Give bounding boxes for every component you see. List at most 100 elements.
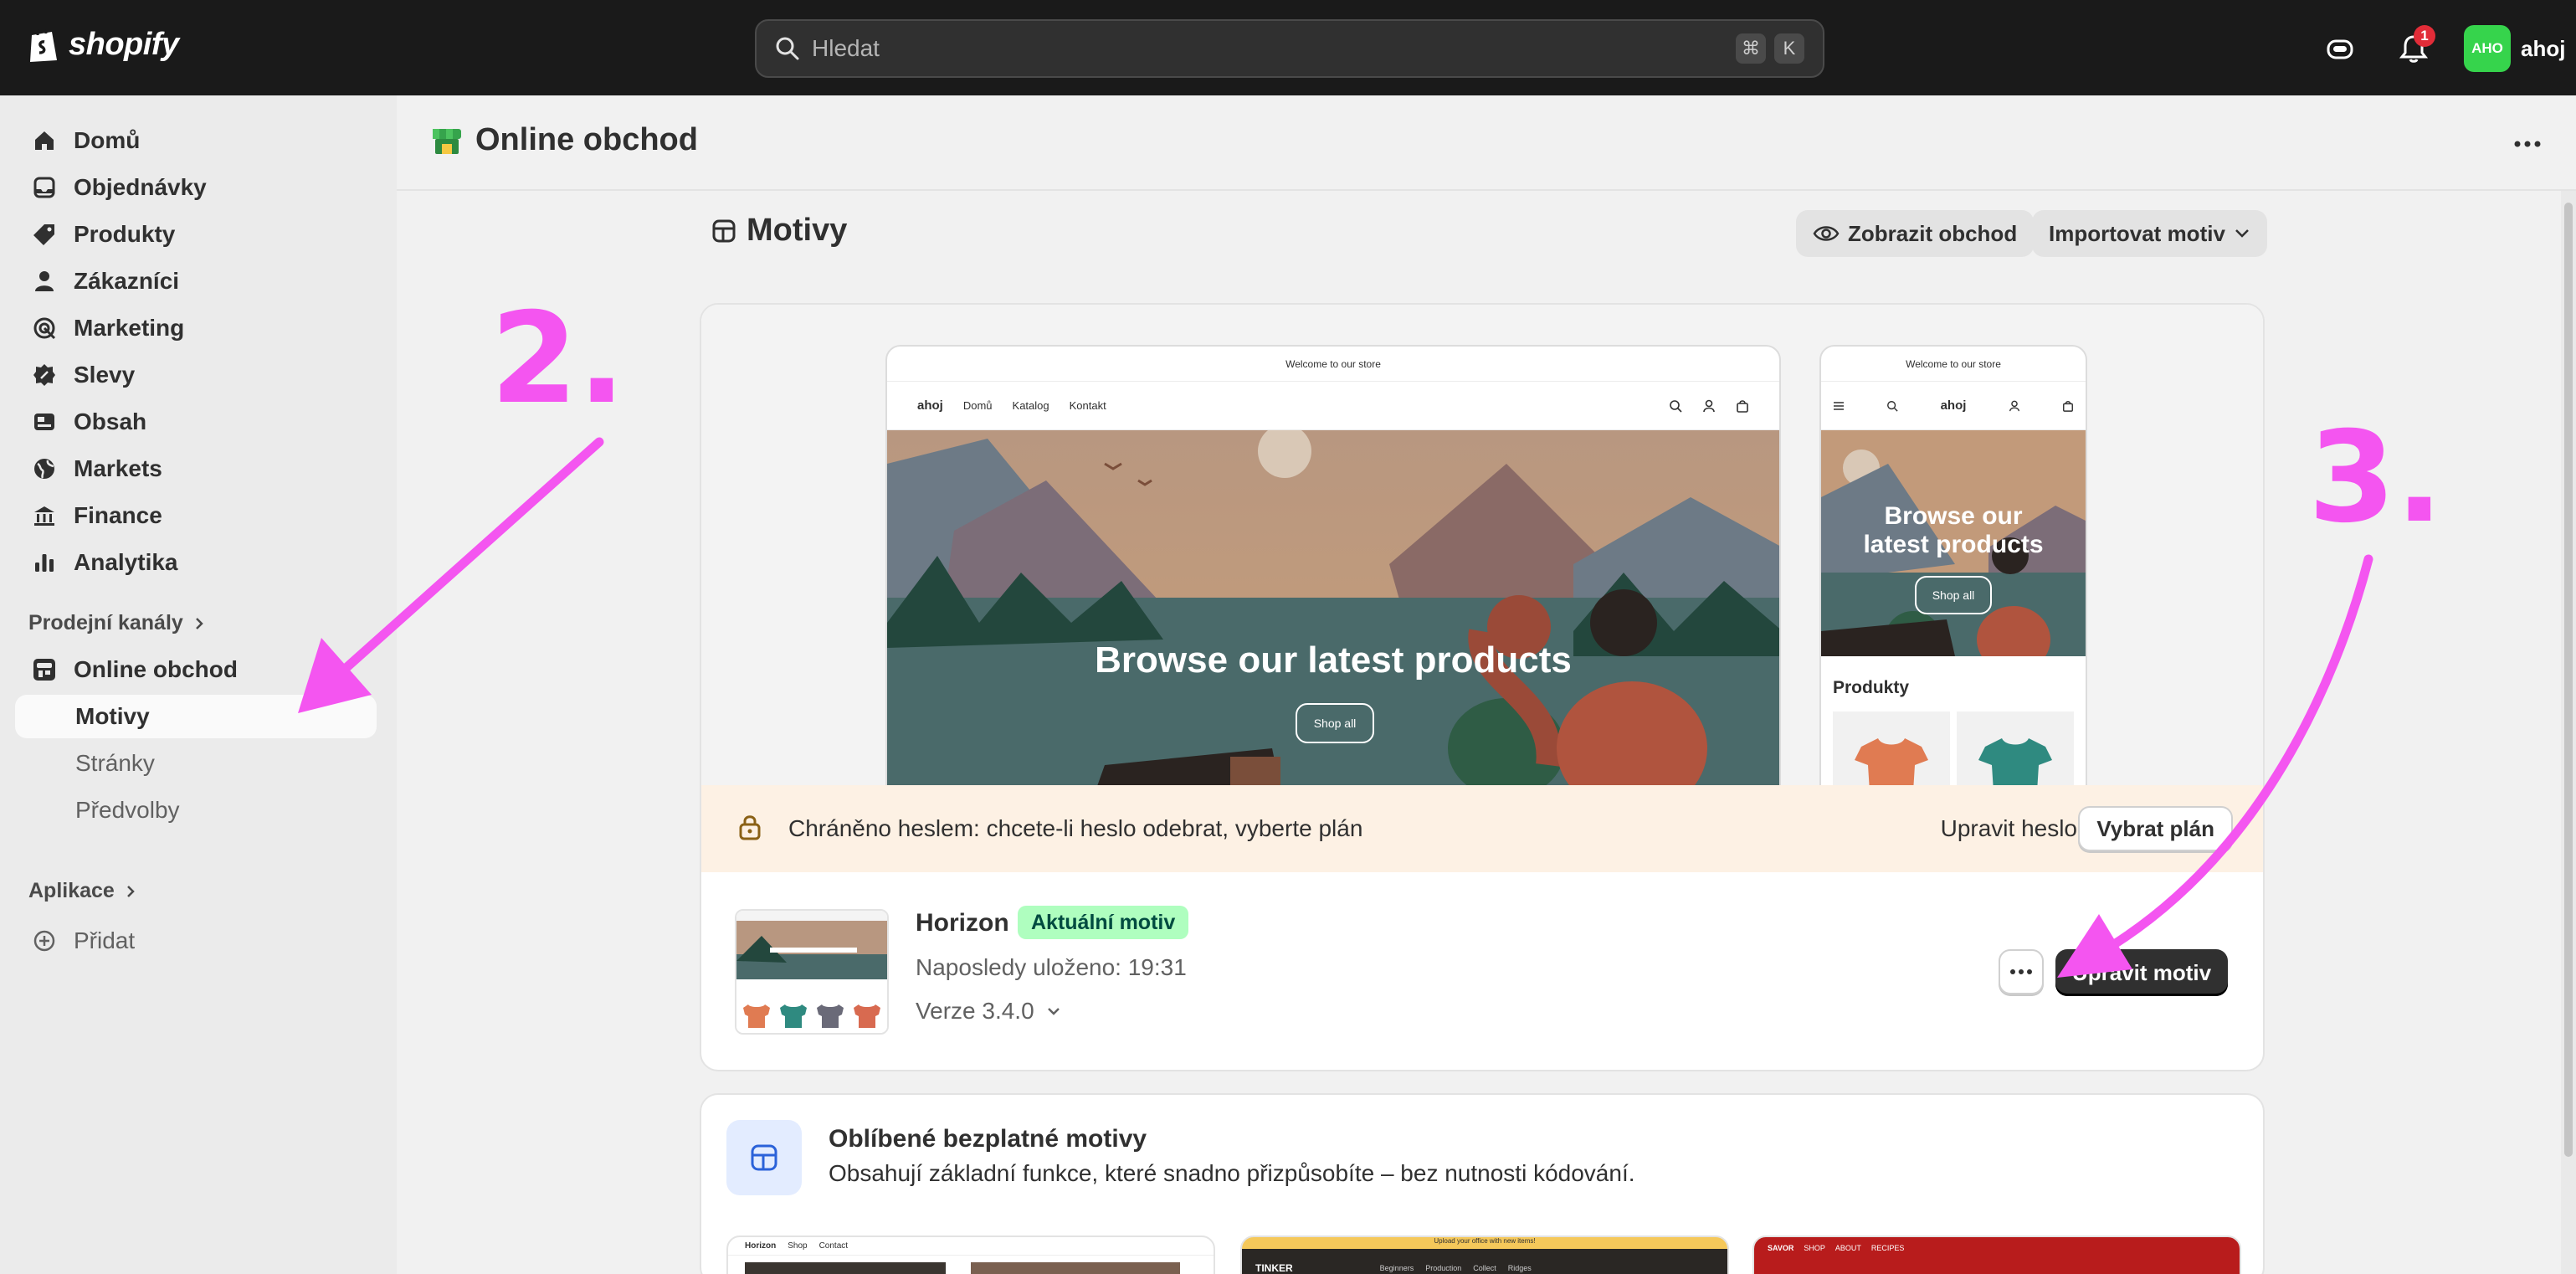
last-saved-text: Naposledy uloženo: 19:31 xyxy=(916,954,1187,980)
search-bar[interactable]: ⌘ K xyxy=(755,19,1824,78)
mini-link: Ridges xyxy=(1507,1264,1532,1272)
main-content: Online obchod Motivy Zobrazit obchod Imp… xyxy=(397,95,2576,1274)
mini-link: Shop xyxy=(788,1241,808,1251)
shop-all-button[interactable]: Shop all xyxy=(1296,703,1374,743)
account-icon xyxy=(2009,400,2019,411)
shortcut-key-cmd: ⌘ xyxy=(1736,33,1766,64)
sidebar-item-label: Obsah xyxy=(74,408,147,434)
sidebar-item-preferences[interactable]: Předvolby xyxy=(15,789,377,832)
sidebar-item-content[interactable]: Obsah xyxy=(15,400,377,444)
notifications-button[interactable]: 1 xyxy=(2394,25,2435,69)
shopify-bag-icon xyxy=(30,28,57,62)
sidebar-item-label: Stránky xyxy=(75,750,155,776)
sidebar-item-analytics[interactable]: Analytika xyxy=(15,541,377,584)
view-store-label: Zobrazit obchod xyxy=(1848,220,2018,246)
assistant-icon[interactable] xyxy=(2320,28,2360,69)
edit-theme-button[interactable]: Upravit motiv xyxy=(2055,949,2228,996)
mini-link: SHOP xyxy=(1804,1244,1825,1252)
themes-heading-text: Motivy xyxy=(747,213,848,248)
mobile-store-brand: ahoj xyxy=(1940,398,1967,413)
mini-nav: SAVOR SHOP ABOUT RECIPES xyxy=(1754,1237,2240,1259)
mobile-shop-all-button[interactable]: Shop all xyxy=(1915,576,1992,614)
mini-nav: Horizon Shop Contact xyxy=(728,1237,1214,1256)
mobile-hero-title: Browse our latest products xyxy=(1821,502,2086,559)
free-theme-preview-tinker[interactable]: Upload your office with new items! TINKE… xyxy=(1240,1235,1729,1274)
sidebar-item-finance[interactable]: Finance xyxy=(15,494,377,537)
theme-preview-area: Welcome to our store ahoj Domů Katalog K… xyxy=(701,305,2263,787)
apps-section[interactable]: Aplikace xyxy=(28,879,136,903)
sidebar: Domů Objednávky Produkty Zákazníci Marke… xyxy=(0,95,397,1274)
page-header: Online obchod xyxy=(397,95,2576,191)
mobile-store-nav: ahoj xyxy=(1821,382,2086,430)
sales-channels-section[interactable]: Prodejní kanály xyxy=(28,611,205,635)
chevron-right-icon xyxy=(195,617,203,629)
store-nav-link: Kontakt xyxy=(1069,399,1106,412)
mobile-products-heading: Produkty xyxy=(1833,678,1910,697)
mini-link: RECIPES xyxy=(1870,1244,1905,1252)
annotation-step-3: 3. xyxy=(2308,405,2444,551)
edit-password-link[interactable]: Upravit heslo xyxy=(1941,815,2077,842)
view-store-button[interactable]: Zobrazit obchod xyxy=(1796,210,2035,257)
more-horizontal-icon xyxy=(2010,969,2032,974)
sidebar-item-label: Markets xyxy=(74,455,162,481)
theme-gallery-icon-tile xyxy=(726,1120,802,1195)
sidebar-item-marketing[interactable]: Marketing xyxy=(15,306,377,350)
sidebar-item-label: Marketing xyxy=(74,315,185,341)
sidebar-item-products[interactable]: Produkty xyxy=(15,213,377,256)
sidebar-item-pages[interactable]: Stránky xyxy=(15,742,377,785)
sidebar-item-label: Přidat xyxy=(74,927,136,953)
mini-brand: SAVOR xyxy=(1768,1244,1794,1252)
top-bar: shopify ⌘ K 1 AHO ahoj xyxy=(0,0,2576,95)
theme-thumbnail[interactable] xyxy=(735,909,889,1035)
sidebar-item-label: Objednávky xyxy=(74,174,207,200)
plus-circle-icon xyxy=(30,927,59,955)
free-theme-preview-savor[interactable]: SAVOR SHOP ABOUT RECIPES xyxy=(1752,1235,2241,1274)
content-icon xyxy=(30,408,59,436)
sidebar-item-themes[interactable]: Motivy xyxy=(15,695,377,738)
hero-title: Browse our latest products xyxy=(1095,640,1572,681)
status-badge: Aktuální motiv xyxy=(1018,906,1189,939)
sidebar-item-markets[interactable]: Markets xyxy=(15,447,377,491)
current-theme-row: Horizon Aktuální motiv Naposledy uloženo… xyxy=(701,872,2263,1070)
user-menu[interactable]: AHO ahoj xyxy=(2464,25,2565,72)
sidebar-item-online-store[interactable]: Online obchod xyxy=(15,648,377,691)
free-themes-card: Oblíbené bezplatné motivy Obsahují zákla… xyxy=(700,1093,2265,1274)
shortcut-key-k: K xyxy=(1774,33,1804,64)
shopify-logo[interactable]: shopify xyxy=(27,25,179,64)
tshirt-icon xyxy=(1855,738,1928,785)
mobile-hero-banner: Browse our latest products Shop all xyxy=(1821,430,2086,656)
mobile-preview[interactable]: Welcome to our store ahoj Browse our lat… xyxy=(1819,345,2087,787)
mini-link: Production xyxy=(1425,1264,1462,1272)
more-actions-button[interactable] xyxy=(2509,129,2546,159)
eye-icon xyxy=(1813,226,1840,241)
scrollbar[interactable] xyxy=(2561,191,2576,1274)
sidebar-item-customers[interactable]: Zákazníci xyxy=(15,259,377,303)
sidebar-item-orders[interactable]: Objednávky xyxy=(15,166,377,209)
person-icon xyxy=(30,267,59,295)
mini-link: Contact xyxy=(818,1241,849,1251)
free-themes-title: Oblíbené bezplatné motivy xyxy=(829,1125,1147,1153)
mini-brand: TINKER xyxy=(1255,1262,1293,1274)
sidebar-item-label: Online obchod xyxy=(74,656,238,682)
store-nav-link: Katalog xyxy=(1012,399,1049,412)
cart-icon xyxy=(2063,400,2073,412)
desktop-preview[interactable]: Welcome to our store ahoj Domů Katalog K… xyxy=(885,345,1781,787)
user-name: ahoj xyxy=(2521,35,2566,61)
free-theme-preview-horizon[interactable]: Horizon Shop Contact xyxy=(726,1235,1215,1274)
chevron-right-icon xyxy=(126,885,135,897)
import-theme-button[interactable]: Importovat motiv xyxy=(2032,210,2267,257)
target-icon xyxy=(30,314,59,342)
sidebar-item-discounts[interactable]: Slevy xyxy=(15,353,377,397)
theme-actions-button[interactable] xyxy=(1999,949,2044,994)
more-horizontal-icon xyxy=(2514,141,2541,147)
version-dropdown[interactable]: Verze 3.4.0 xyxy=(916,998,1061,1025)
search-input[interactable] xyxy=(812,35,1727,62)
sidebar-item-label: Analytika xyxy=(74,549,178,575)
sidebar-item-label: Domů xyxy=(74,127,141,153)
sidebar-item-home[interactable]: Domů xyxy=(15,119,377,162)
choose-plan-button[interactable]: Vybrat plán xyxy=(2078,806,2233,851)
shopify-wordmark: shopify xyxy=(69,26,179,62)
scrollbar-thumb[interactable] xyxy=(2564,203,2573,1157)
mini-link: Beginners xyxy=(1379,1264,1414,1272)
sidebar-item-add-app[interactable]: Přidat xyxy=(15,919,377,963)
